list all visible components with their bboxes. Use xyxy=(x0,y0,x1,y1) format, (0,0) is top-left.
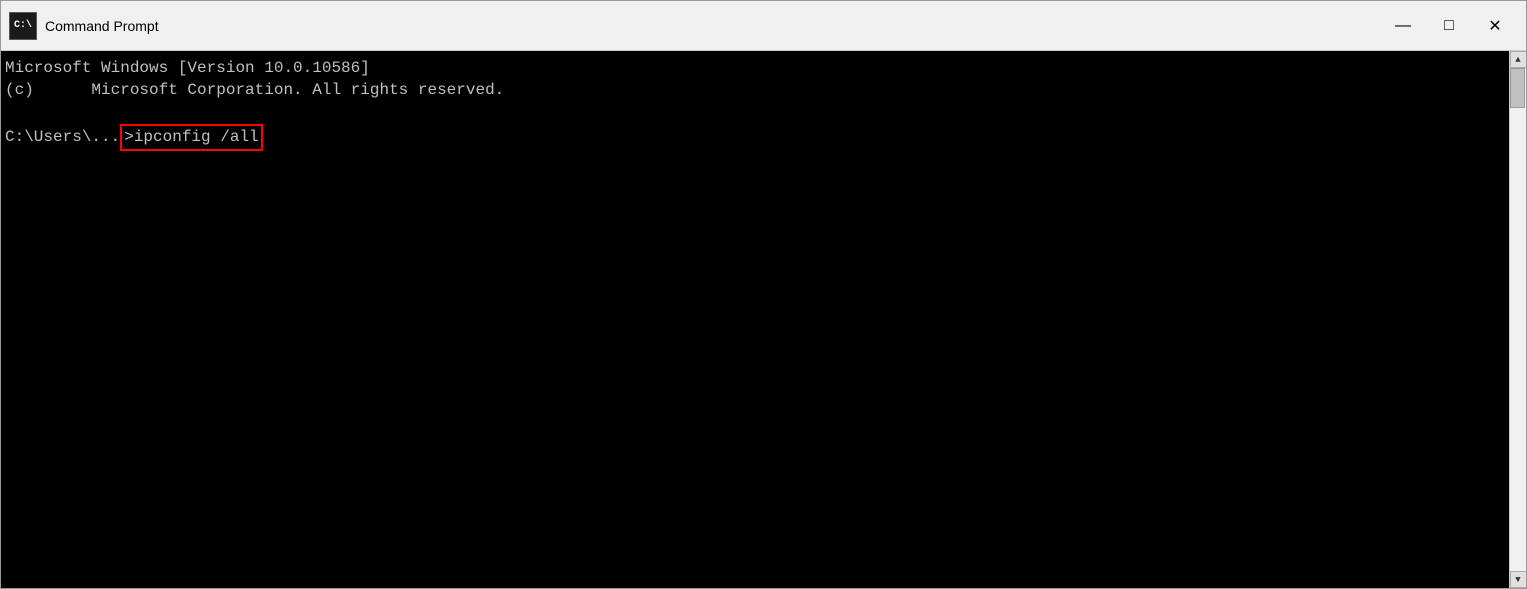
command-highlight: >ipconfig /all xyxy=(120,124,262,150)
prompt-text: C:\Users\... xyxy=(5,126,120,148)
close-button[interactable]: ✕ xyxy=(1472,1,1518,51)
terminal-area[interactable]: Microsoft Windows [Version 10.0.10586] (… xyxy=(1,51,1509,588)
app-icon: C:\ xyxy=(9,12,37,40)
scrollbar[interactable]: ▲ ▼ xyxy=(1509,51,1526,588)
scrollbar-track[interactable] xyxy=(1510,68,1526,571)
window-controls: — □ ✕ xyxy=(1380,1,1518,51)
window-title: Command Prompt xyxy=(45,18,1380,34)
command-prompt-window: C:\ Command Prompt — □ ✕ Microsoft Windo… xyxy=(0,0,1527,589)
title-bar: C:\ Command Prompt — □ ✕ xyxy=(1,1,1526,51)
scroll-up-arrow[interactable]: ▲ xyxy=(1510,51,1527,68)
maximize-button[interactable]: □ xyxy=(1426,1,1472,51)
minimize-button[interactable]: — xyxy=(1380,1,1426,51)
terminal-line-empty xyxy=(5,102,1505,124)
terminal-line-1: Microsoft Windows [Version 10.0.10586] xyxy=(5,57,1505,79)
window-body: Microsoft Windows [Version 10.0.10586] (… xyxy=(1,51,1526,588)
terminal-line-2: (c) Microsoft Corporation. All rights re… xyxy=(5,79,1505,101)
prompt-line: C:\Users\... >ipconfig /all xyxy=(5,124,1505,150)
scroll-down-arrow[interactable]: ▼ xyxy=(1510,571,1527,588)
scrollbar-thumb[interactable] xyxy=(1510,68,1525,108)
